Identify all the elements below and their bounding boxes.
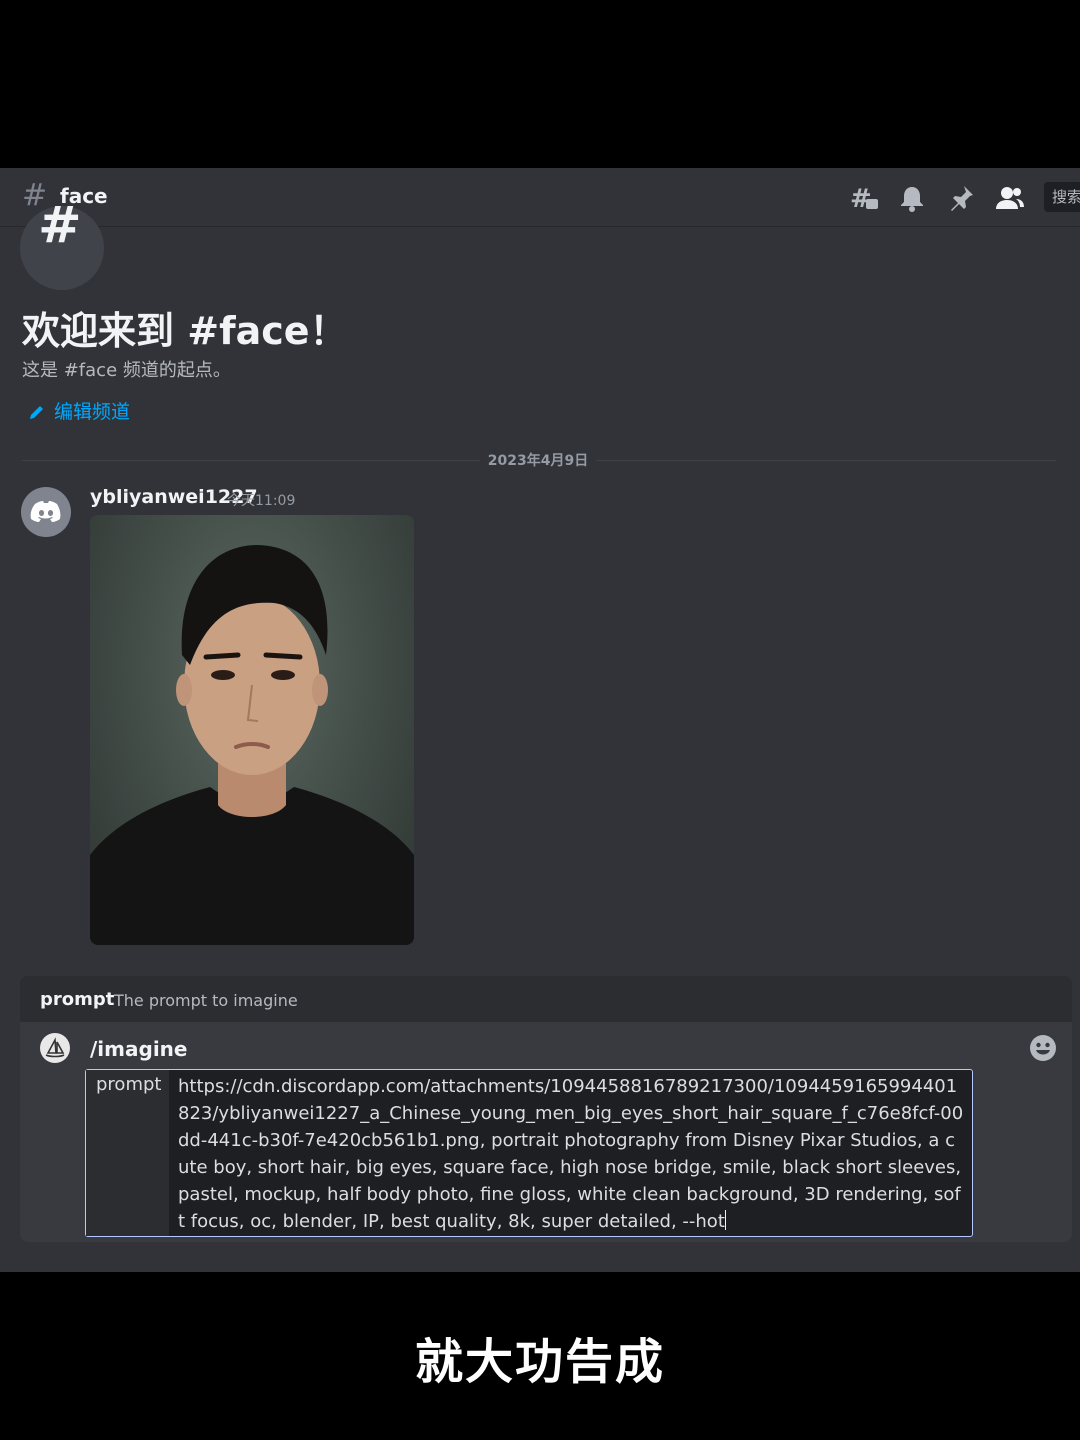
video-caption: 就大功告成	[414, 1334, 665, 1390]
hash-icon: #	[38, 195, 82, 255]
bell-icon[interactable]	[896, 182, 928, 214]
prompt-text: https://cdn.discordapp.com/attachments/1…	[178, 1076, 964, 1232]
welcome-subtitle: 这是 #face 频道的起点。	[22, 360, 231, 381]
prompt-option-field[interactable]: prompt https://cdn.discordapp.com/attach…	[85, 1069, 973, 1237]
discord-logo-icon	[30, 501, 61, 522]
date-divider-left	[22, 460, 480, 461]
svg-text:#: #	[38, 206, 82, 255]
avatar[interactable]	[21, 487, 71, 537]
channel-title: face	[60, 184, 108, 208]
prompt-option-value[interactable]: https://cdn.discordapp.com/attachments/1…	[178, 1073, 964, 1235]
threads-icon[interactable]: #	[848, 182, 880, 214]
slash-command-name: /imagine	[90, 1037, 188, 1061]
text-caret	[724, 1210, 726, 1230]
video-top-bar	[0, 0, 1080, 168]
date-divider-right	[596, 460, 1056, 461]
option-hint-description: The prompt to imagine	[114, 991, 298, 1010]
message-timestamp: 今天11:09	[227, 493, 296, 509]
option-hint-bar: prompt The prompt to imagine	[20, 976, 1072, 1023]
channel-hash-badge: #	[20, 195, 104, 290]
search-input[interactable]: 搜索	[1044, 182, 1080, 212]
attachment-image[interactable]	[90, 515, 414, 945]
option-hint-name: prompt	[40, 989, 115, 1010]
members-icon[interactable]	[994, 182, 1026, 214]
midjourney-boat-icon	[40, 1033, 70, 1063]
date-divider-label: 2023年4月9日	[480, 450, 596, 470]
emoji-icon[interactable]	[1029, 1034, 1057, 1062]
prompt-option-label: prompt	[86, 1070, 169, 1236]
discord-window: # face # 搜索 # 欢迎来到 #face！ 这是 #face 频道的起点…	[0, 168, 1080, 1272]
edit-channel-label: 编辑频道	[54, 401, 131, 423]
pencil-icon	[30, 406, 43, 419]
channel-header: # face # 搜索	[0, 168, 1080, 227]
welcome-title: 欢迎来到 #face！	[22, 309, 348, 353]
pin-icon[interactable]	[945, 182, 977, 214]
edit-channel-link[interactable]: 编辑频道	[28, 397, 130, 424]
portrait-photo	[90, 545, 414, 945]
